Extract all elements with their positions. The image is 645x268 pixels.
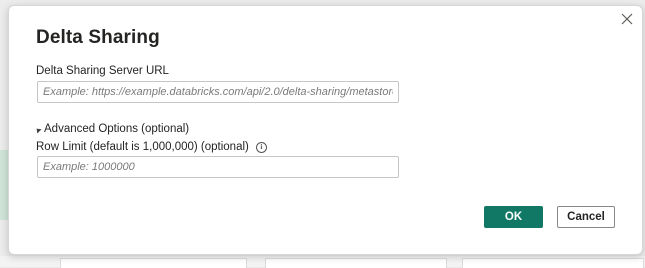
row-limit-label-group: Row Limit (default is 1,000,000) (option…	[36, 141, 267, 153]
advanced-options-toggle[interactable]: Advanced Options (optional)	[34, 123, 190, 135]
advanced-options-label: Advanced Options (optional)	[44, 123, 190, 135]
expand-triangle-icon	[34, 125, 42, 134]
row-limit-label: Row Limit (default is 1,000,000) (option…	[36, 141, 249, 153]
close-button[interactable]	[620, 12, 634, 26]
close-icon	[621, 13, 633, 25]
ok-button[interactable]: OK	[484, 206, 543, 228]
server-url-input[interactable]	[37, 81, 399, 103]
server-url-label: Delta Sharing Server URL	[36, 65, 169, 77]
row-limit-input[interactable]	[37, 156, 399, 178]
dialog-title: Delta Sharing	[36, 27, 160, 48]
delta-sharing-dialog: Delta Sharing Delta Sharing Server URL A…	[8, 5, 643, 255]
cancel-button[interactable]: Cancel	[557, 206, 615, 228]
info-icon[interactable]: i	[255, 141, 267, 153]
